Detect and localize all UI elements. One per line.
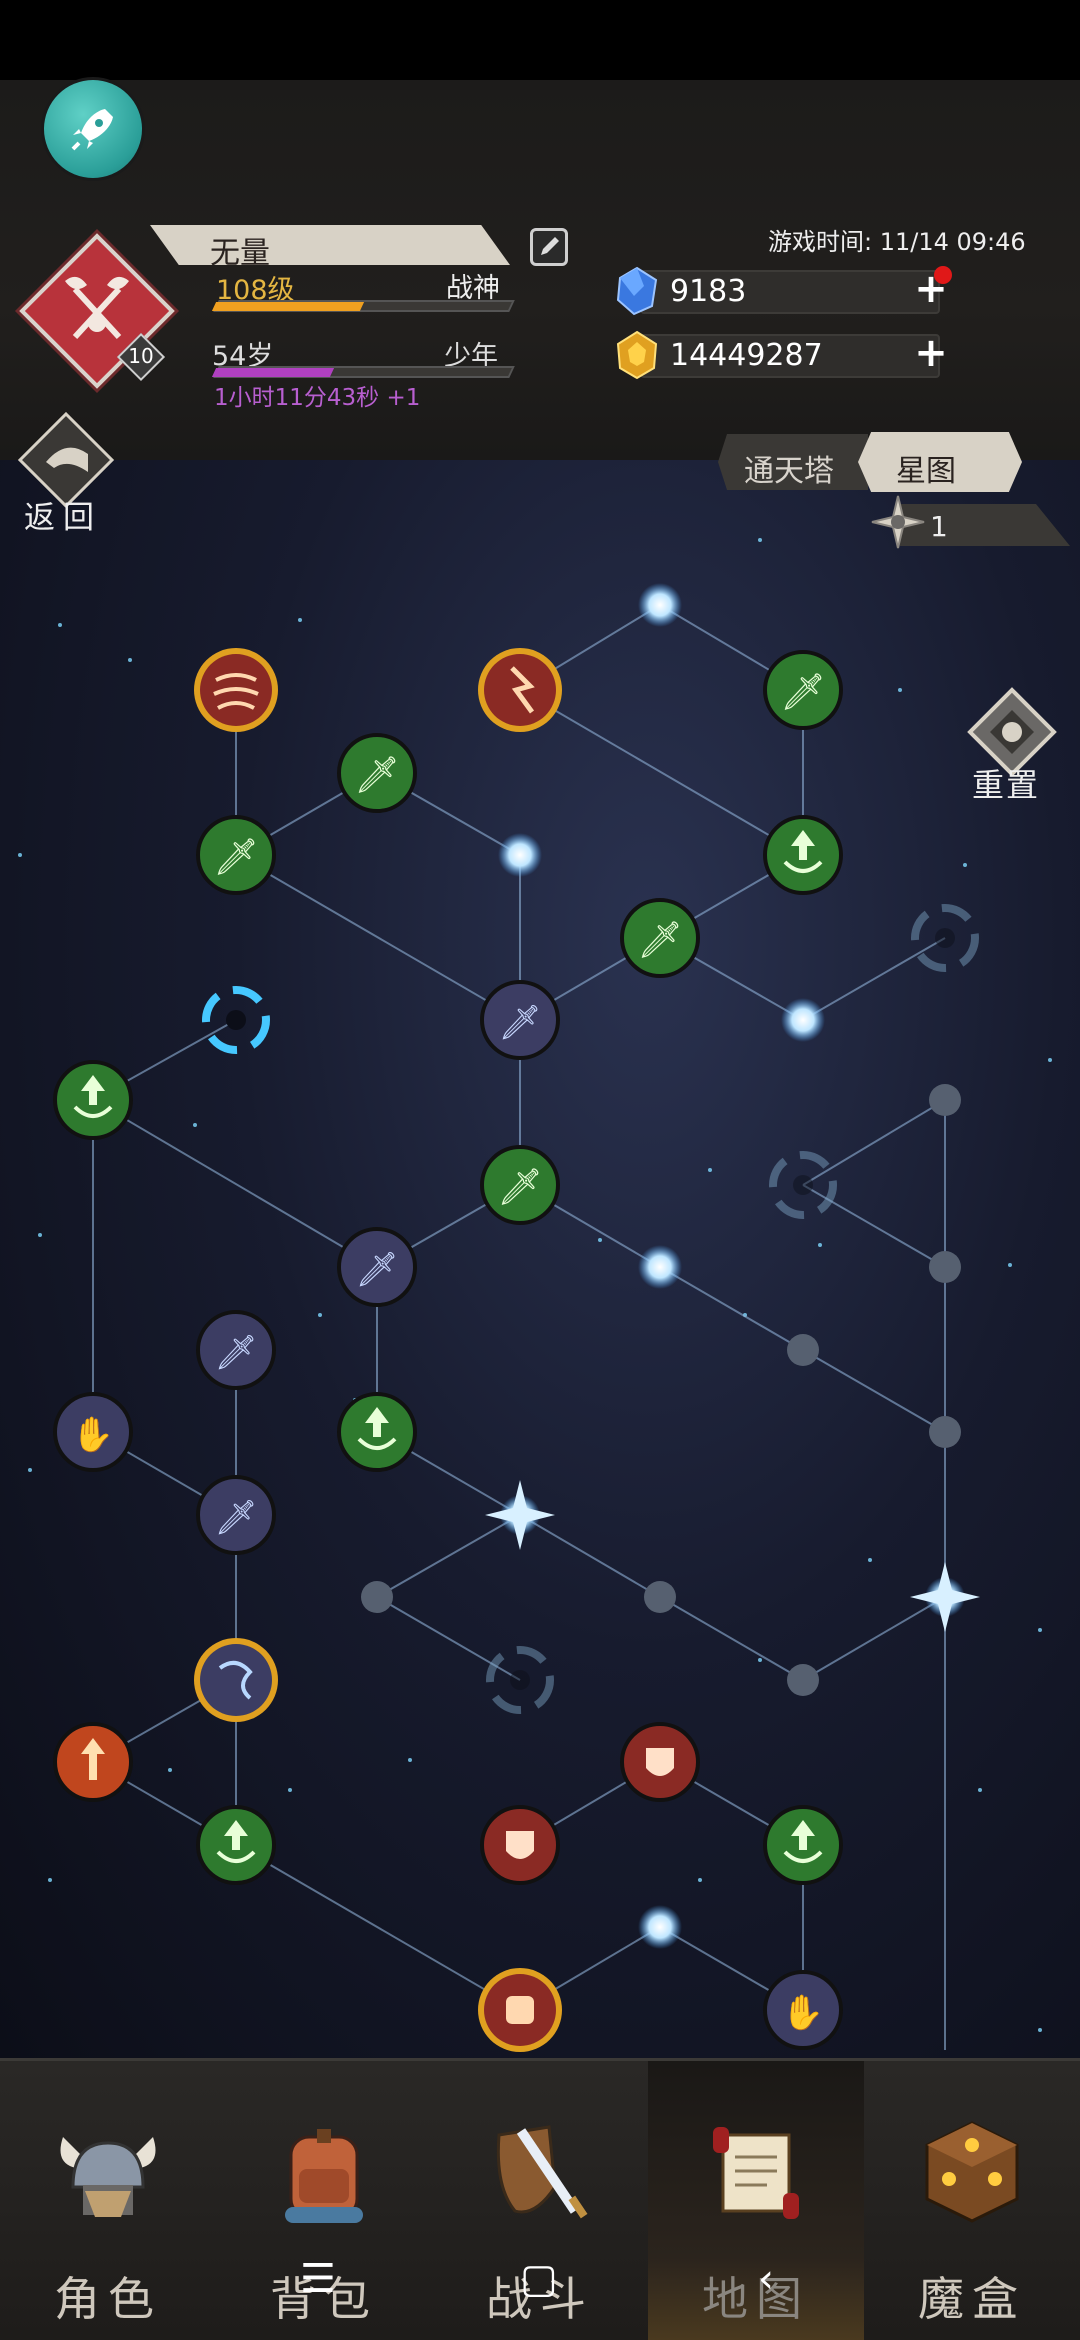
shield-upgrade-icon[interactable]: [620, 1722, 700, 1802]
scroll-map-icon: [713, 2127, 799, 2219]
hand-upgrade-icon[interactable]: ✋: [763, 1970, 843, 2050]
gold-count: 14449287: [670, 338, 823, 373]
burst-star-icon[interactable]: [485, 1480, 555, 1550]
nav-character[interactable]: 角色: [0, 2061, 216, 2340]
star-node[interactable]: [781, 998, 825, 1042]
upgrade-arrow-icon[interactable]: [763, 1805, 843, 1885]
upgrade-arrow-icon[interactable]: [53, 1060, 133, 1140]
player-name: 无量: [210, 236, 270, 271]
add-gold-button[interactable]: +: [914, 333, 948, 373]
nav-map-label: 地图: [702, 2272, 810, 2326]
edit-name-icon[interactable]: [530, 228, 568, 266]
svg-text:🗡: 🗡: [637, 920, 683, 961]
attack-boost-icon[interactable]: 🗡: [480, 1145, 560, 1225]
svg-text:🗡: 🗡: [355, 1250, 398, 1290]
star-node[interactable]: [498, 833, 542, 877]
svg-text:🗡: 🗡: [214, 1498, 257, 1538]
name-plate: [150, 225, 510, 265]
burst-nodes: [485, 1480, 980, 1632]
nav-character-label: 角色: [54, 2272, 162, 2326]
fire-arrow-icon[interactable]: [53, 1722, 133, 1802]
vortex-nodes: [202, 904, 979, 1714]
player-avatar[interactable]: 10: [19, 233, 175, 389]
nav-map[interactable]: 地图: [648, 2061, 864, 2340]
age-bar-fill: [211, 368, 335, 377]
sword-shield-icon: [496, 2125, 588, 2219]
sword-upgrade-icon[interactable]: 🗡: [337, 1227, 417, 1307]
sword-upgrade-icon[interactable]: 🗡: [196, 1310, 276, 1390]
green-skill-nodes: 🗡 🗡 🗡 🗡 🗡: [53, 650, 843, 1885]
svg-text:🗡: 🗡: [780, 672, 826, 713]
age-timer: 1小时11分43秒 +1: [214, 385, 421, 411]
attack-boost-icon[interactable]: 🗡: [620, 898, 700, 978]
vortex-icon[interactable]: [486, 1646, 554, 1714]
locked-node: [787, 1664, 819, 1696]
tab-tower-label: 通天塔: [744, 454, 834, 489]
attack-boost-icon[interactable]: 🗡: [196, 815, 276, 895]
star-map-canvas: 🗡 🗡 🗡 🗡 🗡 🗡 🗡 🗡 🗡 ✋ ✋: [18, 538, 1052, 2052]
locked-node: [929, 1251, 961, 1283]
dragon-icon[interactable]: [194, 1638, 278, 1722]
star-map: 🗡 🗡 🗡 🗡 🗡 🗡 🗡 🗡 🗡 ✋ ✋: [0, 460, 1080, 2058]
flame-swirl-icon[interactable]: [194, 648, 278, 732]
svg-text:🗡: 🗡: [354, 755, 400, 796]
avatar-level-value: 10: [128, 344, 154, 368]
crossed-axes-icon: [65, 276, 129, 340]
locked-node: [929, 1416, 961, 1448]
compass-star-icon: [871, 495, 925, 549]
upgrade-arrow-icon[interactable]: [763, 815, 843, 895]
star-node[interactable]: [638, 583, 682, 627]
system-home-icon[interactable]: ▢: [520, 2256, 558, 2302]
xp-bar-fill: [211, 302, 365, 311]
locked-node: [644, 1581, 676, 1613]
upgrade-arrow-icon[interactable]: [196, 1805, 276, 1885]
hand-upgrade-icon[interactable]: ✋: [53, 1392, 133, 1472]
upgrade-arrow-icon[interactable]: [337, 1392, 417, 1472]
magic-cube-icon: [925, 2121, 1019, 2223]
locked-node: [787, 1334, 819, 1366]
svg-text:🗡: 🗡: [213, 837, 259, 878]
attack-boost-icon[interactable]: 🗡: [763, 650, 843, 730]
system-back-icon[interactable]: ‹: [758, 2256, 774, 2302]
viking-helmet-icon: [60, 2137, 156, 2217]
star-points-count: 1: [930, 510, 948, 543]
diamond-count: 9183: [670, 274, 747, 309]
locked-node: [361, 1581, 393, 1613]
fist-icon[interactable]: [478, 1968, 562, 2052]
rocket-icon: [71, 109, 113, 151]
notification-dot: [934, 266, 952, 284]
tab-starmap-label: 星图: [896, 454, 956, 489]
svg-text:🗡: 🗡: [214, 1333, 257, 1373]
system-menu-icon[interactable]: ☰: [300, 2256, 336, 2302]
lightning-swirl-icon[interactable]: [478, 648, 562, 732]
vortex-icon[interactable]: [202, 986, 270, 1054]
locked-node: [929, 1084, 961, 1116]
sword-upgrade-icon[interactable]: 🗡: [196, 1475, 276, 1555]
backpack-icon: [285, 2129, 363, 2223]
svg-text:🗡: 🗡: [498, 1003, 541, 1043]
vortex-icon[interactable]: [911, 904, 979, 972]
nav-magic-box[interactable]: 魔盒: [864, 2061, 1080, 2340]
purple-skill-nodes: 🗡 🗡 🗡 🗡 ✋ ✋: [53, 980, 843, 2050]
reset-label: 重置: [972, 766, 1041, 804]
red-skill-nodes: [53, 1722, 700, 1885]
star-node[interactable]: [638, 1245, 682, 1289]
nav-magic-box-label: 魔盒: [918, 2272, 1026, 2326]
gold-icon: [616, 330, 658, 380]
rocket-button[interactable]: [44, 80, 142, 178]
svg-text:🗡: 🗡: [497, 1167, 543, 1208]
status-bar: [0, 0, 1080, 80]
attack-boost-icon[interactable]: 🗡: [337, 733, 417, 813]
game-time: 游戏时间: 11/14 09:46: [768, 228, 1026, 256]
back-label: 返回: [24, 500, 102, 536]
burst-star-icon[interactable]: [910, 1562, 980, 1632]
vortex-icon[interactable]: [769, 1151, 837, 1219]
svg-text:✋: ✋: [782, 1993, 824, 2033]
shield-upgrade-icon[interactable]: [480, 1805, 560, 1885]
diamond-icon: [616, 266, 658, 316]
sword-upgrade-icon[interactable]: 🗡: [480, 980, 560, 1060]
svg-text:✋: ✋: [72, 1415, 114, 1455]
star-node[interactable]: [638, 1905, 682, 1949]
